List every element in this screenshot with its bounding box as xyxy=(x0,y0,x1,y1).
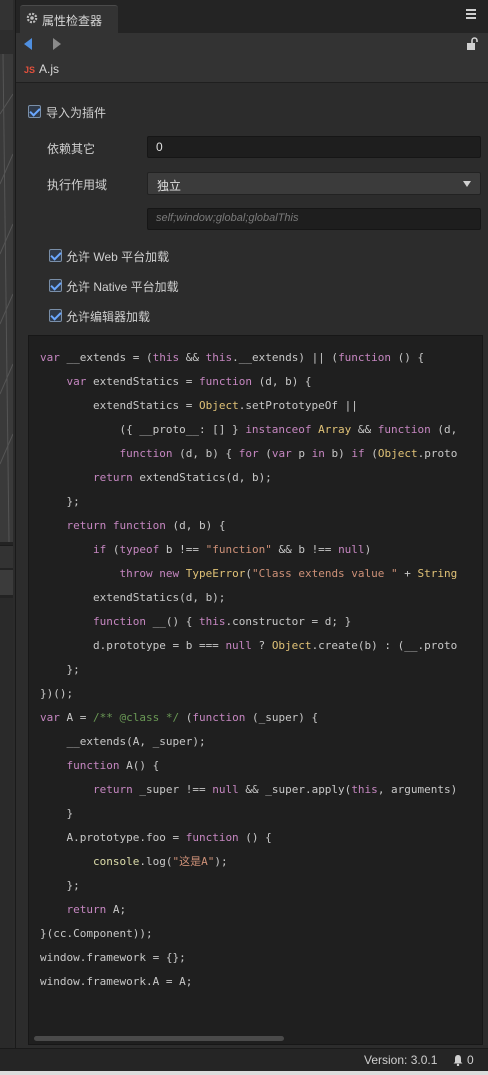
left-panel-bar xyxy=(0,545,13,568)
allow-editor-checkbox[interactable] xyxy=(49,309,62,322)
code-line: function __() { this.constructor = d; } xyxy=(92,615,352,628)
left-panel-bar-selected xyxy=(0,570,13,595)
code-line: } xyxy=(40,807,74,820)
horizontal-scrollbar[interactable] xyxy=(34,1036,284,1041)
tab-title: 属性检查器 xyxy=(42,14,103,28)
code-line: window.framework = {}; xyxy=(40,951,186,964)
left-panel-edge xyxy=(0,0,13,1048)
code-preview[interactable]: var __extends = (this && this.__extends)… xyxy=(28,335,483,1045)
import-as-plugin-label: 导入为插件 xyxy=(46,106,107,120)
code-line: return extendStatics(d, b); xyxy=(92,471,272,484)
code-line: return function (d, b) { xyxy=(66,519,226,532)
scope-select[interactable]: 独立 xyxy=(147,172,481,195)
scope-label: 执行作用域 xyxy=(47,178,108,192)
arrow-left-icon[interactable] xyxy=(24,38,32,50)
scope-globals-input[interactable]: self;window;global;globalThis xyxy=(147,208,481,230)
code-line: }(cc.Component)); xyxy=(40,927,153,940)
code-line: return A; xyxy=(66,903,127,916)
import-as-plugin-checkbox[interactable] xyxy=(28,105,41,118)
status-bar: Version: 3.0.1 0 xyxy=(0,1048,488,1071)
code-line: }; xyxy=(40,879,80,892)
navigation-bar xyxy=(16,33,488,57)
code-line: d.prototype = b === null ? Object.create… xyxy=(40,639,458,652)
bell-icon[interactable] xyxy=(452,1054,464,1066)
scene-view-edge xyxy=(0,54,13,542)
window-bottom-border xyxy=(0,1071,488,1075)
left-panel-header xyxy=(0,0,13,31)
notification-count: 0 xyxy=(467,1053,474,1067)
code-lines: var __extends = (this && this.__extends)… xyxy=(40,348,457,996)
asset-header: JS A.js xyxy=(16,57,488,83)
js-file-icon: JS xyxy=(24,65,36,75)
scope-select-value: 独立 xyxy=(157,179,182,193)
allow-web-checkbox[interactable] xyxy=(49,249,62,262)
code-line: window.framework.A = A; xyxy=(40,975,193,988)
code-line: function (d, b) { for (var p in b) if (O… xyxy=(119,447,458,460)
inspector-panel: 属性检查器 JS A.js 导入为插件 依赖其它 0 执行作用域 独立 self… xyxy=(15,0,488,1048)
left-panel-toolbar xyxy=(0,30,13,54)
code-line: console.log("这是A"); xyxy=(92,855,228,868)
version-text: Version: 3.0.1 xyxy=(364,1053,438,1067)
depends-input[interactable]: 0 xyxy=(147,136,481,158)
code-line: })(); xyxy=(40,687,74,700)
code-line: }; xyxy=(40,663,80,676)
tab-bar: 属性检查器 xyxy=(16,0,488,34)
tab-inspector[interactable]: 属性检查器 xyxy=(20,5,118,34)
code-line: function A() { xyxy=(66,759,160,772)
code-line: return _super !== null && _super.apply(t… xyxy=(92,783,458,796)
code-line: ({ __proto__: [] } instanceof Array && f… xyxy=(40,423,458,436)
code-line: if (typeof b !== "function" && b !== nul… xyxy=(92,543,372,556)
code-line: A.prototype.foo = function () { xyxy=(40,831,272,844)
gear-icon xyxy=(26,12,38,24)
unlock-icon[interactable] xyxy=(466,37,480,51)
code-line: var A = /** @class */ (function (_super)… xyxy=(40,711,319,724)
code-line: var extendStatics = function (d, b) { xyxy=(66,375,312,388)
chevron-down-icon xyxy=(463,181,471,187)
allow-web-label: 允许 Web 平台加载 xyxy=(66,250,170,264)
code-line: }; xyxy=(40,495,80,508)
menu-icon[interactable] xyxy=(466,9,478,21)
scene-grid xyxy=(0,54,13,542)
depends-label: 依赖其它 xyxy=(47,142,96,156)
code-line: extendStatics(d, b); xyxy=(40,591,226,604)
code-line: __extends(A, _super); xyxy=(40,735,206,748)
left-panel-lower xyxy=(0,598,13,1048)
code-line: var __extends = (this && this.__extends)… xyxy=(40,351,425,364)
arrow-right-icon[interactable] xyxy=(53,38,61,50)
allow-native-label: 允许 Native 平台加载 xyxy=(66,280,179,294)
code-line: extendStatics = Object.setPrototypeOf || xyxy=(40,399,358,412)
allow-native-checkbox[interactable] xyxy=(49,279,62,292)
allow-editor-label: 允许编辑器加载 xyxy=(66,310,151,324)
file-name: A.js xyxy=(39,62,60,76)
code-line: throw new TypeError("Class extends value… xyxy=(119,567,458,580)
